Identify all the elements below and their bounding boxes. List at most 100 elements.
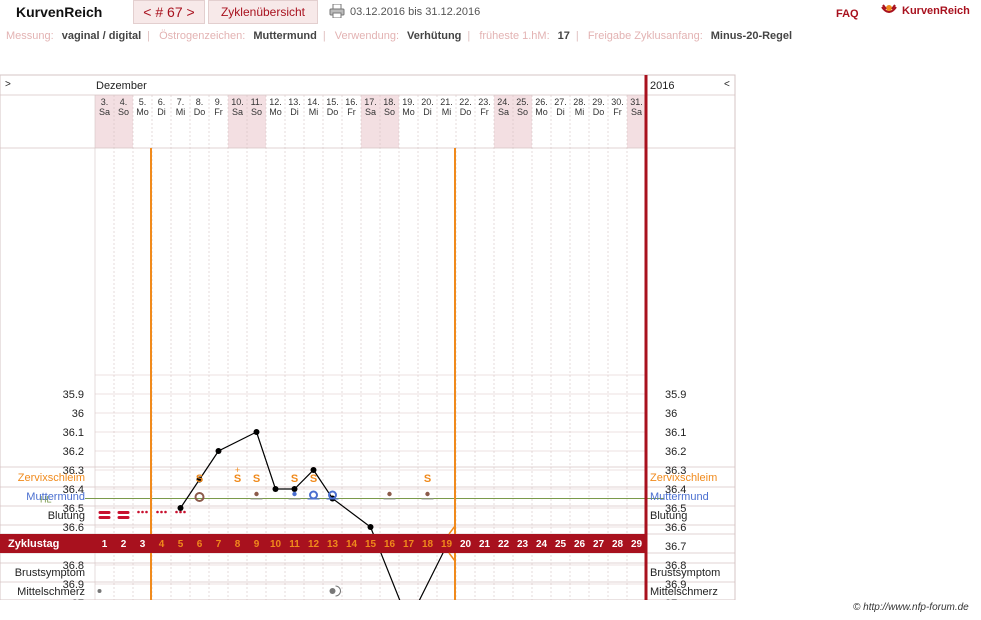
cycle-day-number[interactable]: 16: [384, 539, 396, 550]
cycle-day-number[interactable]: 14: [346, 539, 358, 550]
cycle-day-number[interactable]: 13: [327, 539, 339, 550]
day-header[interactable]: 19.Mo: [402, 97, 415, 117]
brand-logo[interactable]: KurvenReich: [880, 3, 970, 19]
day-header[interactable]: 28.Mi: [573, 97, 586, 117]
day-header[interactable]: 22.Do: [459, 97, 472, 117]
cycle-day-number[interactable]: 1: [102, 539, 108, 550]
setting-earliest-key: früheste 1.hM:: [479, 30, 550, 42]
cycle-day-number[interactable]: 24: [536, 539, 548, 550]
y-tick-label-left: 35.9: [63, 389, 84, 401]
day-header[interactable]: 17.Sa: [364, 97, 377, 117]
zervix-mark[interactable]: S: [291, 473, 298, 485]
day-weekday: Mi: [176, 107, 186, 117]
day-header[interactable]: 12.Mo: [269, 97, 282, 117]
temperature-point[interactable]: [367, 524, 374, 530]
zervix-row-label: Zervixschleim: [18, 472, 85, 484]
muttermund-mark[interactable]: [425, 491, 430, 497]
day-header[interactable]: 18.So: [383, 97, 396, 117]
cycle-day-number[interactable]: 12: [308, 539, 320, 550]
day-weekday: So: [251, 107, 262, 117]
prev-cycle-button[interactable]: <: [143, 4, 151, 20]
day-weekday: Sa: [232, 107, 243, 117]
day-date: 29.: [592, 97, 605, 107]
bleeding-light-dot: [145, 510, 148, 514]
cycle-day-number[interactable]: 5: [178, 539, 184, 550]
cycle-day-number[interactable]: 7: [216, 539, 222, 550]
muttermund-mark[interactable]: [254, 491, 259, 497]
cycle-day-number[interactable]: 18: [422, 539, 434, 550]
day-header[interactable]: 10.Sa: [231, 97, 244, 117]
day-header[interactable]: 14.Mi: [307, 97, 320, 117]
day-header[interactable]: 29.Do: [592, 97, 605, 117]
cycle-chart: > Dezember 2016 <3.Sa4.So5.Mo6.Di7.Mi8.Do9.…: [0, 74, 736, 600]
day-header[interactable]: 11.So: [251, 97, 263, 117]
cycle-day-number[interactable]: 11: [289, 539, 300, 550]
cycle-day-number[interactable]: 15: [365, 539, 377, 550]
cycle-day-number[interactable]: 21: [479, 539, 491, 550]
mittelschmerz-mark[interactable]: [97, 589, 102, 593]
day-header[interactable]: 31.Sa: [630, 97, 643, 117]
cycle-day-number[interactable]: 4: [159, 539, 165, 550]
cycle-day-number[interactable]: 29: [631, 539, 643, 550]
next-cycle-button[interactable]: >: [187, 4, 195, 20]
day-header[interactable]: 6.Di: [157, 97, 166, 117]
chart-scroll-left-button[interactable]: >: [5, 79, 11, 90]
temperature-point[interactable]: [215, 448, 222, 454]
cycle-day-number[interactable]: 8: [235, 539, 241, 550]
cycle-day-number[interactable]: 28: [612, 539, 624, 550]
faq-link[interactable]: FAQ: [836, 8, 859, 20]
day-header[interactable]: 24.Sa: [497, 97, 510, 117]
zervix-mark[interactable]: S: [310, 473, 317, 485]
mittelschmerz-mark[interactable]: [329, 588, 336, 594]
cycle-day-number[interactable]: 22: [498, 539, 510, 550]
temperature-point[interactable]: [253, 429, 260, 435]
muttermund-row-label-right: Muttermund: [650, 491, 709, 503]
zervix-mark[interactable]: S: [253, 473, 260, 485]
zervix-mark[interactable]: S: [196, 473, 203, 485]
day-header[interactable]: 15.Do: [326, 97, 339, 117]
cycle-day-number[interactable]: 20: [460, 539, 472, 550]
day-header[interactable]: 9.Fr: [214, 97, 223, 117]
day-header[interactable]: 25.So: [516, 97, 529, 117]
app-title[interactable]: KurvenReich: [16, 4, 102, 20]
cycle-day-number[interactable]: 6: [197, 539, 203, 550]
breast-symptom-row-label-right: Brustsymptom: [650, 567, 720, 579]
separator: |: [147, 30, 151, 42]
bleeding-strong-mark[interactable]: [98, 511, 111, 514]
cycle-day-number[interactable]: 10: [270, 539, 282, 550]
day-date: 17.: [364, 97, 377, 107]
cycle-day-number[interactable]: 9: [254, 539, 260, 550]
cycle-day-number[interactable]: 2: [121, 539, 127, 550]
zervix-mark[interactable]: S: [424, 473, 431, 485]
bleeding-strong-mark[interactable]: [117, 511, 130, 514]
day-weekday: Sa: [631, 107, 642, 117]
muttermund-mark[interactable]: [292, 491, 297, 497]
day-weekday: Sa: [99, 107, 110, 117]
setting-measurement-value: vaginal / digital: [61, 30, 142, 42]
day-header[interactable]: 21.Mi: [440, 97, 453, 117]
cycle-day-number[interactable]: 19: [441, 539, 453, 550]
cycle-day-number[interactable]: 3: [140, 539, 146, 550]
day-date: 22.: [459, 97, 472, 107]
overview-tab[interactable]: Zyklenübersicht: [208, 0, 318, 24]
day-date: 26.: [535, 97, 548, 107]
zervix-row-label-right: Zervixschleim: [650, 472, 717, 484]
cycle-day-bar: [0, 534, 646, 553]
temperature-point[interactable]: [272, 486, 279, 492]
cycle-day-number[interactable]: 25: [555, 539, 567, 550]
day-header[interactable]: 26.Mo: [535, 97, 548, 117]
cycle-day-number[interactable]: 17: [403, 539, 415, 550]
chart-scroll-right-button[interactable]: <: [724, 79, 730, 90]
day-header[interactable]: 7.Mi: [176, 97, 186, 117]
printer-icon[interactable]: [329, 4, 345, 18]
temperature-point[interactable]: [177, 505, 184, 511]
cycle-day-number[interactable]: 26: [574, 539, 586, 550]
cycle-day-number[interactable]: 27: [593, 539, 605, 550]
muttermund-mark[interactable]: [387, 491, 392, 497]
chart-frame: [0, 74, 736, 600]
cycle-day-number[interactable]: 23: [517, 539, 529, 550]
day-weekday: Fr: [214, 107, 223, 117]
mittelschmerz-row-label-right: Mittelschmerz: [650, 586, 718, 598]
temperature-point[interactable]: [291, 486, 298, 492]
day-weekday: Mi: [575, 107, 585, 117]
